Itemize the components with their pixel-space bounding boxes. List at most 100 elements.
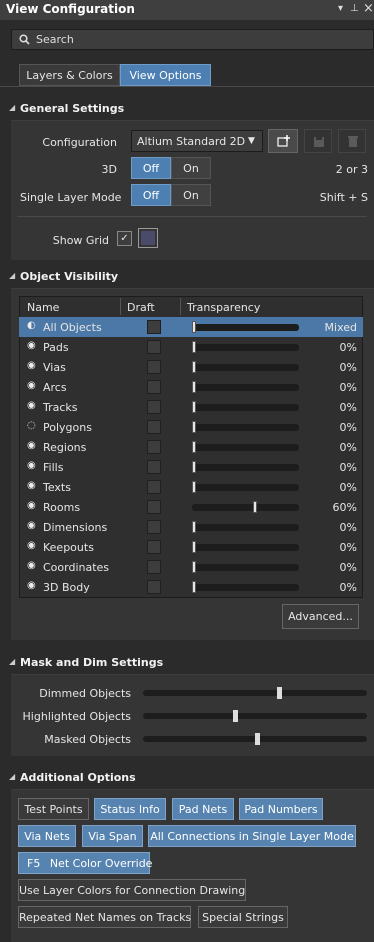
all-connections-single-layer-button[interactable]: All Connections in Single Layer Mode bbox=[148, 825, 356, 847]
draft-checkbox[interactable] bbox=[147, 340, 161, 354]
draft-checkbox[interactable] bbox=[147, 320, 161, 334]
half-eye-icon[interactable]: ◐ bbox=[27, 320, 36, 331]
draft-checkbox[interactable] bbox=[147, 480, 161, 494]
transparency-slider[interactable] bbox=[192, 421, 299, 433]
slider-thumb[interactable] bbox=[192, 561, 196, 573]
eye-icon[interactable]: ◉ bbox=[27, 400, 36, 411]
table-row[interactable]: ◉ 3D Body 0% bbox=[19, 577, 363, 597]
use-layer-colors-button[interactable]: Use Layer Colors for Connection Drawing bbox=[18, 879, 246, 901]
table-row[interactable]: ◌ Polygons 0% bbox=[19, 417, 363, 437]
slider-thumb[interactable] bbox=[192, 361, 196, 373]
via-span-button[interactable]: Via Span bbox=[82, 825, 143, 847]
table-row[interactable]: ◉ Regions 0% bbox=[19, 437, 363, 457]
draft-checkbox[interactable] bbox=[147, 460, 161, 474]
draft-checkbox[interactable] bbox=[147, 400, 161, 414]
table-row[interactable]: ◐ All Objects Mixed bbox=[19, 317, 363, 337]
general-settings-header[interactable]: ◢ General Settings bbox=[0, 100, 374, 117]
transparency-slider[interactable] bbox=[192, 501, 299, 513]
eye-icon[interactable]: ◉ bbox=[27, 340, 36, 351]
transparency-slider[interactable] bbox=[192, 401, 299, 413]
single-layer-off-toggle[interactable]: Off bbox=[131, 184, 171, 206]
transparency-slider[interactable] bbox=[192, 481, 299, 493]
eye-icon[interactable]: ◉ bbox=[27, 380, 36, 391]
slider-thumb[interactable] bbox=[192, 401, 196, 413]
draft-checkbox[interactable] bbox=[147, 560, 161, 574]
slider-thumb[interactable] bbox=[253, 501, 257, 513]
net-color-override-button[interactable]: F5 Net Color Override bbox=[18, 852, 152, 874]
slider-thumb[interactable] bbox=[192, 381, 196, 393]
eye-icon[interactable]: ◉ bbox=[27, 540, 36, 551]
object-visibility-header[interactable]: ◢ Object Visibility bbox=[0, 268, 374, 285]
pin-icon[interactable]: ⊥ bbox=[350, 3, 359, 14]
transparency-slider[interactable] bbox=[192, 521, 299, 533]
table-row[interactable]: ◉ Texts 0% bbox=[19, 477, 363, 497]
delete-configuration-button[interactable] bbox=[338, 129, 366, 153]
draft-checkbox[interactable] bbox=[147, 420, 161, 434]
tab-view-options[interactable]: View Options bbox=[120, 64, 211, 86]
search-input[interactable]: Search bbox=[11, 29, 374, 50]
3d-off-toggle[interactable]: Off bbox=[131, 157, 171, 179]
repeated-net-names-button[interactable]: Repeated Net Names on Tracks bbox=[18, 906, 191, 928]
special-strings-button[interactable]: Special Strings bbox=[198, 906, 288, 928]
draft-checkbox[interactable] bbox=[147, 580, 161, 594]
table-row[interactable]: ◉ Arcs 0% bbox=[19, 377, 363, 397]
additional-options-header[interactable]: ◢ Additional Options bbox=[0, 769, 374, 786]
mask-dim-settings-header[interactable]: ◢ Mask and Dim Settings bbox=[0, 654, 374, 671]
eye-icon[interactable]: ◉ bbox=[27, 360, 36, 371]
slider-thumb[interactable] bbox=[277, 687, 282, 699]
transparency-slider[interactable] bbox=[192, 381, 299, 393]
eye-hidden-icon[interactable]: ◌ bbox=[27, 420, 36, 431]
eye-icon[interactable]: ◉ bbox=[27, 500, 36, 511]
eye-icon[interactable]: ◉ bbox=[27, 520, 36, 531]
eye-icon[interactable]: ◉ bbox=[27, 480, 36, 491]
transparency-slider[interactable] bbox=[192, 341, 299, 353]
advanced-button[interactable]: Advanced... bbox=[282, 604, 359, 629]
table-row[interactable]: ◉ Fills 0% bbox=[19, 457, 363, 477]
slider-thumb[interactable] bbox=[255, 733, 260, 745]
eye-icon[interactable]: ◉ bbox=[27, 580, 36, 591]
column-header-name[interactable]: Name bbox=[27, 301, 59, 314]
draft-checkbox[interactable] bbox=[147, 520, 161, 534]
table-row[interactable]: ◉ Coordinates 0% bbox=[19, 557, 363, 577]
transparency-slider[interactable] bbox=[192, 561, 299, 573]
slider-thumb[interactable] bbox=[192, 421, 196, 433]
slider-thumb[interactable] bbox=[192, 321, 196, 333]
slider-thumb[interactable] bbox=[192, 521, 196, 533]
table-row[interactable]: ◉ Rooms 60% bbox=[19, 497, 363, 517]
table-row[interactable]: ◉ Tracks 0% bbox=[19, 397, 363, 417]
transparency-slider[interactable] bbox=[192, 361, 299, 373]
draft-checkbox[interactable] bbox=[147, 360, 161, 374]
transparency-slider[interactable] bbox=[192, 581, 299, 593]
highlighted-objects-slider[interactable] bbox=[143, 710, 367, 722]
eye-icon[interactable]: ◉ bbox=[27, 440, 36, 451]
slider-thumb[interactable] bbox=[192, 461, 196, 473]
via-nets-button[interactable]: Via Nets bbox=[18, 825, 76, 847]
configuration-dropdown[interactable]: Altium Standard 2D ▼ bbox=[131, 130, 263, 152]
eye-icon[interactable]: ◉ bbox=[27, 560, 36, 571]
transparency-slider[interactable] bbox=[192, 541, 299, 553]
table-row[interactable]: ◉ Keepouts 0% bbox=[19, 537, 363, 557]
slider-thumb[interactable] bbox=[192, 441, 196, 453]
slider-thumb[interactable] bbox=[192, 581, 196, 593]
table-row[interactable]: ◉ Pads 0% bbox=[19, 337, 363, 357]
show-grid-checkbox[interactable]: ✓ bbox=[117, 231, 132, 246]
table-row[interactable]: ◉ Dimensions 0% bbox=[19, 517, 363, 537]
slider-thumb[interactable] bbox=[233, 710, 238, 722]
status-info-button[interactable]: Status Info bbox=[94, 798, 166, 820]
slider-thumb[interactable] bbox=[192, 341, 196, 353]
draft-checkbox[interactable] bbox=[147, 440, 161, 454]
close-icon[interactable]: × bbox=[363, 1, 374, 16]
3d-on-toggle[interactable]: On bbox=[171, 157, 211, 179]
pad-numbers-button[interactable]: Pad Numbers bbox=[239, 798, 323, 820]
tab-layers-colors[interactable]: Layers & Colors bbox=[19, 64, 120, 86]
dimmed-objects-slider[interactable] bbox=[143, 687, 367, 699]
draft-checkbox[interactable] bbox=[147, 540, 161, 554]
save-configuration-button[interactable] bbox=[304, 129, 332, 153]
test-points-button[interactable]: Test Points bbox=[18, 798, 89, 820]
single-layer-on-toggle[interactable]: On bbox=[171, 184, 211, 206]
masked-objects-slider[interactable] bbox=[143, 733, 367, 745]
panel-menu-icon[interactable]: ▾ bbox=[338, 3, 343, 14]
slider-thumb[interactable] bbox=[192, 481, 196, 493]
add-configuration-button[interactable] bbox=[268, 129, 298, 153]
slider-thumb[interactable] bbox=[192, 541, 196, 553]
